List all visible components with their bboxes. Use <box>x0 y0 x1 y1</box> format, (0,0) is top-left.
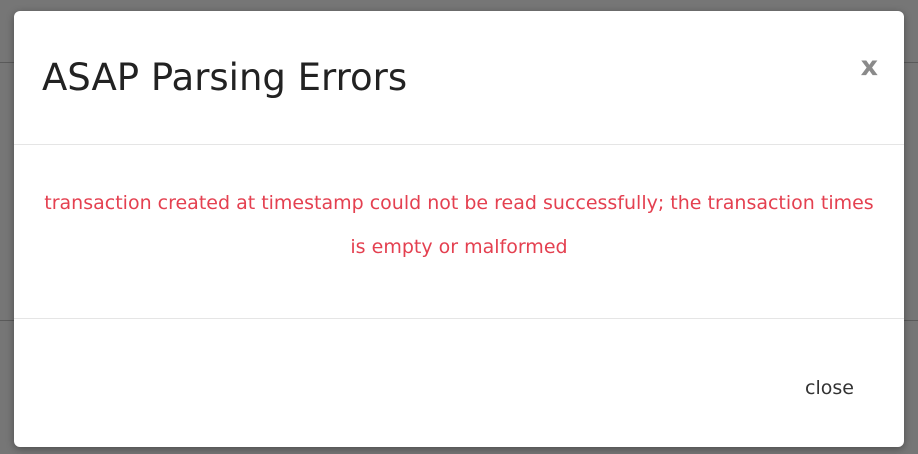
dialog-header: ASAP Parsing Errors x <box>14 11 904 145</box>
dialog-body: transaction created at timestamp could n… <box>14 145 904 319</box>
dialog-footer: close <box>14 319 904 447</box>
dialog-title: ASAP Parsing Errors <box>42 56 408 99</box>
parsing-errors-dialog: ASAP Parsing Errors x transaction create… <box>14 11 904 447</box>
close-icon[interactable]: x <box>861 53 878 80</box>
error-message: transaction created at timestamp could n… <box>44 192 874 258</box>
close-button[interactable]: close <box>799 373 860 403</box>
